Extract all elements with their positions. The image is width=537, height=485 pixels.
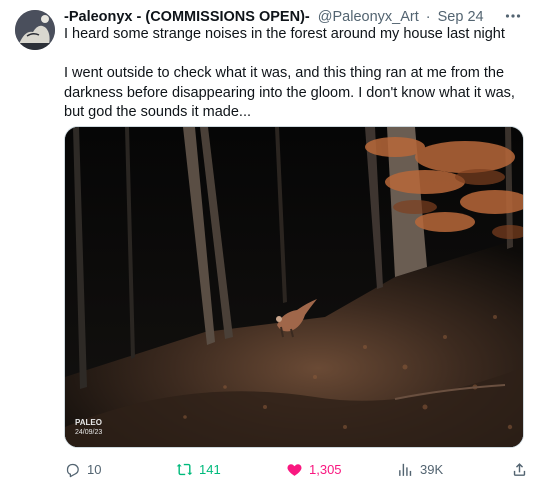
reply-icon [66,463,79,477]
tweet-date[interactable]: Sep 24 [438,9,484,25]
views-icon [399,463,412,476]
image-signature-top: PALEO [75,418,102,427]
reply-count: 10 [87,461,102,477]
views-count: 39K [420,461,444,477]
avatar[interactable] [15,10,55,50]
more-button[interactable] [501,6,525,26]
share-button[interactable] [511,459,534,479]
separator-dot: · [425,9,431,25]
forest-night-photo: PALEO 24/09/23 [65,127,523,447]
retweet-icon [176,463,193,475]
tweet-text-line-1: I heard some strange noises in the fores… [64,26,505,42]
action-bar: 10 141 1,305 39K [64,459,526,479]
author-name[interactable]: -Paleonyx - (COMMISSIONS OPEN)- [64,9,310,25]
retweet-count: 141 [199,461,221,477]
heart-icon [287,463,302,476]
author-handle[interactable]: @Paleonyx_Art [318,9,419,25]
tweet-text: I heard some strange noises in the fores… [64,25,524,123]
tweet-photo[interactable]: PALEO 24/09/23 [64,126,524,448]
tweet-text-line-2: I went outside to check what it was, and… [64,65,515,120]
views-button[interactable]: 39K [397,459,443,479]
image-signature-date: 24/09/23 [75,429,102,436]
avatar-image [15,10,55,50]
share-icon [513,462,526,476]
tweet-header: -Paleonyx - (COMMISSIONS OPEN)- @Paleony… [64,8,497,26]
reply-button[interactable]: 10 [64,459,101,479]
like-button[interactable]: 1,305 [286,459,342,479]
tweet-card[interactable]: -Paleonyx - (COMMISSIONS OPEN)- @Paleony… [0,0,537,485]
retweet-button[interactable]: 141 [176,459,221,479]
more-icon [505,14,521,18]
like-count: 1,305 [309,461,342,477]
